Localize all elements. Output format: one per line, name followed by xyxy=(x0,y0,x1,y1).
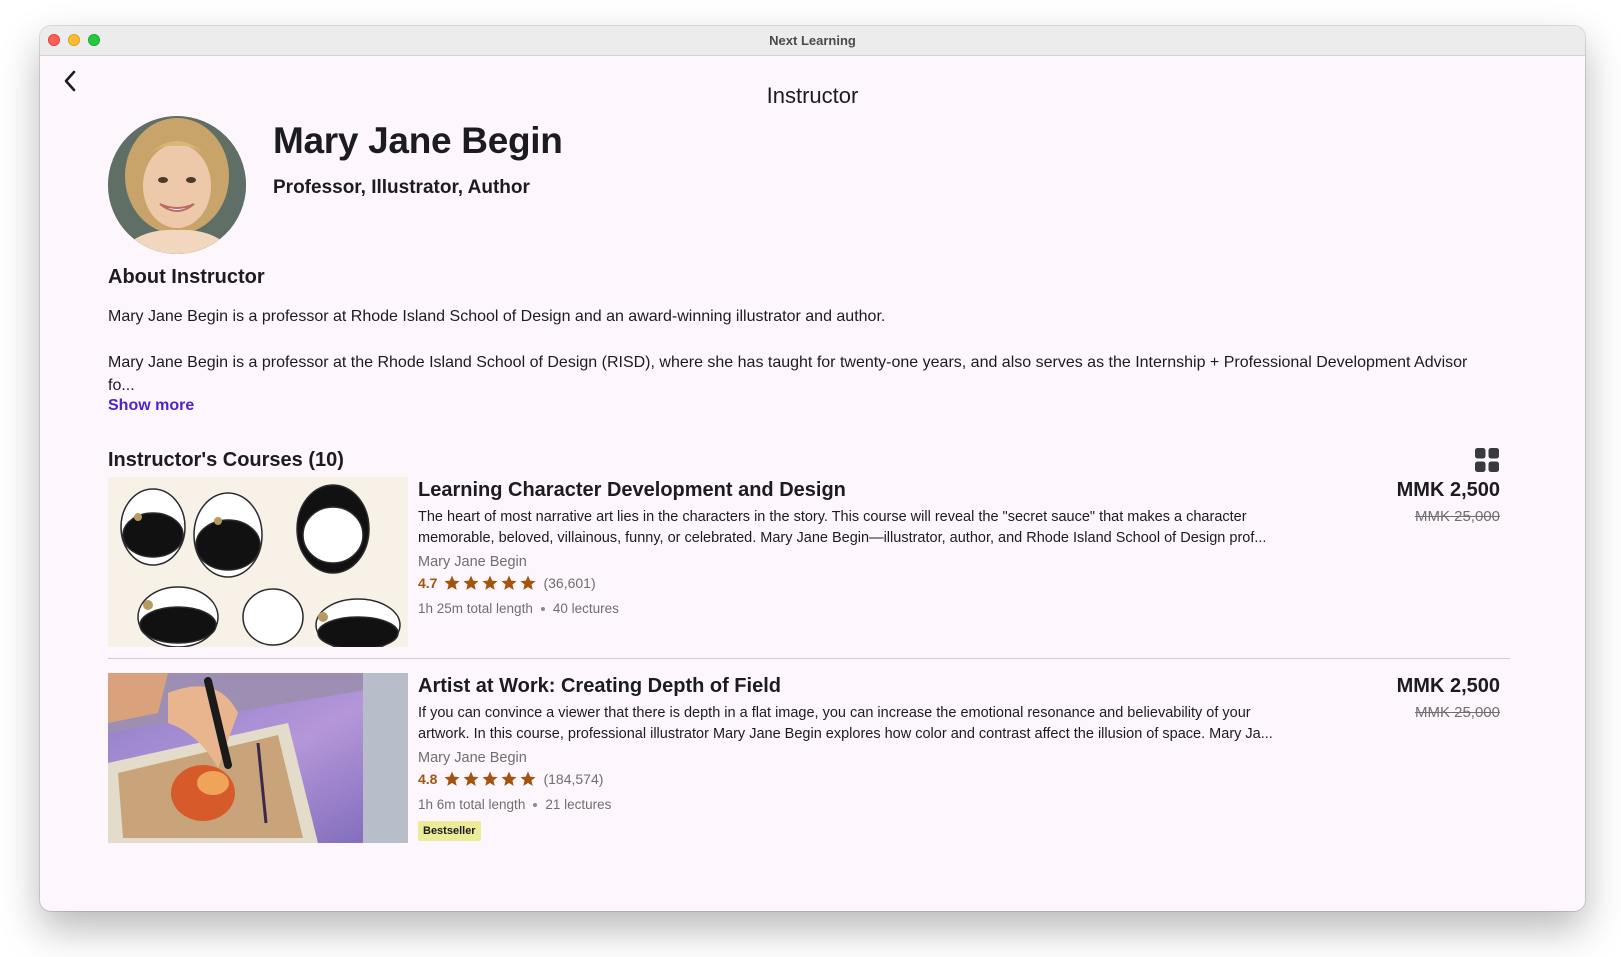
instructor-profile: Mary Jane Begin Professor, Illustrator, … xyxy=(108,116,1510,256)
course-thumbnail xyxy=(108,477,408,647)
course-length: 1h 25m total length xyxy=(418,601,533,616)
star-icon xyxy=(501,771,517,786)
about-paragraph-2: Mary Jane Begin is a professor at the Rh… xyxy=(108,354,1468,394)
original-price: MMK 25,000 xyxy=(1414,508,1500,525)
rating-row: 4.7 (36,601) xyxy=(418,574,1278,592)
app-window: Next Learning Instructor Mary Jane Begin… xyxy=(40,26,1585,911)
star-rating xyxy=(443,574,537,592)
courses-title: Instructor's Courses (10) xyxy=(108,449,344,471)
original-price: MMK 25,000 xyxy=(1414,704,1500,721)
app-bar: Instructor xyxy=(40,55,1585,109)
avatar xyxy=(108,116,246,254)
show-more-link[interactable]: Show more xyxy=(108,397,194,415)
course-author: Mary Jane Begin xyxy=(418,750,527,766)
instructor-content: Mary Jane Begin Professor, Illustrator, … xyxy=(108,116,1510,847)
painting-hand-image xyxy=(108,673,408,843)
avatar-portrait-image xyxy=(108,116,246,254)
grid-view-icon[interactable] xyxy=(1474,447,1500,473)
star-icon xyxy=(520,771,536,786)
course-card[interactable]: Learning Character Development and Desig… xyxy=(108,477,1510,651)
rating-value: 4.8 xyxy=(418,771,438,787)
page-title: Instructor xyxy=(766,83,859,108)
separator-dot xyxy=(533,802,538,807)
course-lectures: 40 lectures xyxy=(552,601,619,616)
rating-count: (184,574) xyxy=(543,771,604,787)
star-icon xyxy=(520,575,536,590)
about-heading: About Instructor xyxy=(108,266,265,288)
course-price: MMK 2,500 MMK 25,000 xyxy=(1397,675,1500,721)
rating-row: 4.8 (184,574) xyxy=(418,770,1278,788)
about-paragraph-1: Mary Jane Begin is a professor at Rhode … xyxy=(108,308,886,325)
course-meta: 1h 25m total length 40 lectures xyxy=(418,601,1278,616)
current-price: MMK 2,500 xyxy=(1396,675,1500,697)
star-rating xyxy=(443,770,537,788)
star-icon xyxy=(482,771,498,786)
star-icon xyxy=(463,575,479,590)
course-title[interactable]: Learning Character Development and Desig… xyxy=(418,479,1278,502)
course-description: If you can convince a viewer that there … xyxy=(418,705,1273,742)
course-title[interactable]: Artist at Work: Creating Depth of Field xyxy=(418,675,1278,698)
star-icon xyxy=(501,575,517,590)
rating-count: (36,601) xyxy=(543,575,596,591)
star-icon xyxy=(482,575,498,590)
panda-sketches-image xyxy=(108,477,408,647)
star-icon xyxy=(444,575,460,590)
maximize-window-button[interactable] xyxy=(88,34,100,46)
star-icon xyxy=(463,771,479,786)
course-author: Mary Jane Begin xyxy=(418,554,527,570)
course-info: Artist at Work: Creating Depth of Field … xyxy=(418,673,1278,841)
separator-dot xyxy=(540,606,545,611)
course-price: MMK 2,500 MMK 25,000 xyxy=(1397,479,1500,525)
course-meta: 1h 6m total length 21 lectures xyxy=(418,797,1278,812)
course-lectures: 21 lectures xyxy=(545,797,612,812)
rating-value: 4.7 xyxy=(418,575,438,591)
bestseller-badge: Bestseller xyxy=(418,821,481,841)
course-thumbnail xyxy=(108,673,408,843)
courses-header: Instructor's Courses (10) xyxy=(108,445,1510,477)
course-info: Learning Character Development and Desig… xyxy=(418,477,1278,616)
window-controls xyxy=(48,34,100,46)
star-icon xyxy=(444,771,460,786)
minimize-window-button[interactable] xyxy=(68,34,80,46)
instructor-headline: Professor, Illustrator, Author xyxy=(273,177,530,198)
course-card[interactable]: Artist at Work: Creating Depth of Field … xyxy=(108,658,1510,847)
course-description: The heart of most narrative art lies in … xyxy=(418,509,1267,546)
close-window-button[interactable] xyxy=(48,34,60,46)
window-title: Next Learning xyxy=(769,33,856,48)
title-bar: Next Learning xyxy=(40,26,1585,56)
instructor-name: Mary Jane Begin xyxy=(273,120,563,161)
current-price: MMK 2,500 xyxy=(1396,479,1500,501)
course-length: 1h 6m total length xyxy=(418,797,526,812)
